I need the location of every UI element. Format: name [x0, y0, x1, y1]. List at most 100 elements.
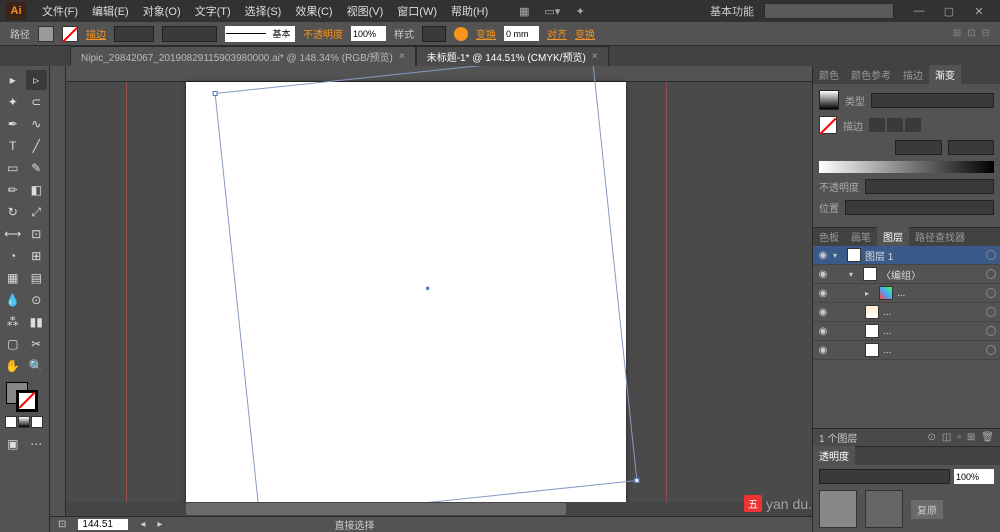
mode-gradient[interactable]	[18, 416, 30, 428]
stroke-mode-2[interactable]	[887, 118, 903, 132]
fill-color-swatch[interactable]	[38, 26, 54, 42]
brush-definition[interactable]: 基本	[225, 26, 295, 42]
artboard-tool[interactable]: ▢	[2, 334, 24, 354]
gradient-type-dropdown[interactable]	[871, 93, 994, 108]
paintbrush-tool[interactable]: ✎	[26, 158, 48, 178]
delete-layer-icon[interactable]: 🗑	[981, 432, 994, 443]
graph-tool[interactable]: ▮▮	[26, 312, 48, 332]
layer-name[interactable]: ...	[883, 345, 982, 356]
new-layer-icon[interactable]: ⊞	[967, 432, 975, 443]
arrange-icon[interactable]: ▭▾	[542, 2, 562, 20]
menu-view[interactable]: 视图(V)	[341, 1, 390, 21]
target-icon[interactable]	[986, 250, 996, 260]
stroke-color-swatch[interactable]	[62, 26, 78, 42]
minimize-button[interactable]: —	[904, 1, 934, 21]
magic-wand-tool[interactable]: ✦	[2, 92, 24, 112]
visibility-toggle-icon[interactable]: ◉	[817, 249, 829, 261]
layer-name[interactable]: ...	[883, 326, 982, 337]
curvature-tool[interactable]: ∿	[26, 114, 48, 134]
guide-vertical[interactable]	[126, 82, 127, 516]
scale-tool[interactable]: ⤢	[26, 202, 48, 222]
width-tool[interactable]: ⟷	[2, 224, 24, 244]
edit-icon[interactable]: ⊡	[967, 28, 975, 39]
transparency-thumb[interactable]	[819, 490, 857, 528]
color-swatches[interactable]	[2, 382, 47, 412]
layer-name[interactable]: ...	[883, 307, 982, 318]
stroke-swatch-none[interactable]	[16, 390, 38, 412]
guide-vertical[interactable]	[666, 82, 667, 516]
layer-row[interactable]: ◉ ...	[813, 341, 1000, 360]
visibility-toggle-icon[interactable]: ◉	[817, 287, 829, 299]
tab-transparency[interactable]: 透明度	[813, 446, 855, 465]
tab-gradient[interactable]: 渐变	[929, 65, 961, 84]
target-icon[interactable]	[986, 307, 996, 317]
artboard-nav-icon[interactable]: ⊡	[58, 519, 66, 530]
new-sublayer-icon[interactable]: ▫	[957, 432, 961, 443]
target-icon[interactable]	[986, 326, 996, 336]
isolate-icon[interactable]: ⊞	[953, 28, 961, 39]
gradient-stroke-none[interactable]	[819, 116, 837, 134]
stop-position-input[interactable]	[845, 200, 994, 215]
stop-opacity-input[interactable]	[865, 179, 994, 194]
stroke-mode-1[interactable]	[869, 118, 885, 132]
anchor-point[interactable]	[634, 478, 639, 483]
layer-row[interactable]: ◉ ▾ 〈编组〉	[813, 265, 1000, 284]
tab-pathfinder[interactable]: 路径查找器	[909, 227, 971, 246]
transform-label2[interactable]: 变换	[575, 26, 595, 41]
menu-window[interactable]: 窗口(W)	[391, 1, 443, 21]
eyedropper-tool[interactable]: 💧	[2, 290, 24, 310]
maximize-button[interactable]: ▢	[934, 1, 964, 21]
shape-builder-tool[interactable]: ◔	[2, 246, 24, 266]
layer-row[interactable]: ◉ ...	[813, 322, 1000, 341]
visibility-toggle-icon[interactable]: ◉	[817, 325, 829, 337]
graphic-style-dropdown[interactable]	[422, 26, 446, 42]
edit-toolbar[interactable]: ⋯	[26, 434, 48, 454]
pencil-tool[interactable]: ✏	[2, 180, 24, 200]
transparency-opacity-input[interactable]: 100%	[954, 469, 994, 484]
visibility-toggle-icon[interactable]: ◉	[817, 306, 829, 318]
visibility-toggle-icon[interactable]: ◉	[817, 268, 829, 280]
stroke-profile-dropdown[interactable]	[162, 26, 217, 42]
blend-mode-dropdown[interactable]	[819, 469, 950, 484]
tab-brushes[interactable]: 画笔	[845, 227, 877, 246]
direct-selection-tool[interactable]: ▹	[26, 70, 48, 90]
target-icon[interactable]	[986, 345, 996, 355]
horizontal-scrollbar[interactable]	[66, 502, 812, 516]
mode-none[interactable]	[31, 416, 43, 428]
tab-artboards[interactable]: 色板	[813, 227, 845, 246]
menu-select[interactable]: 选择(S)	[239, 1, 288, 21]
expand-arrow-icon[interactable]: ▸	[865, 289, 875, 298]
gradient-angle-input[interactable]	[895, 140, 941, 155]
locate-object-icon[interactable]: ⊙	[928, 432, 936, 443]
close-button[interactable]: ✕	[964, 1, 994, 21]
gpu-icon[interactable]: ✦	[570, 2, 590, 20]
reset-button[interactable]: 复原	[911, 500, 943, 519]
menu-file[interactable]: 文件(F)	[36, 1, 84, 21]
zoom-tool[interactable]: 🔍	[26, 356, 48, 376]
stroke-weight-dropdown[interactable]	[114, 26, 154, 42]
tab-swatches[interactable]: 描边	[897, 65, 929, 84]
nav-next-icon[interactable]: ▸	[157, 519, 162, 530]
free-transform-tool[interactable]: ⊡	[26, 224, 48, 244]
opacity-value[interactable]: 100%	[351, 26, 386, 41]
type-tool[interactable]: T	[2, 136, 24, 156]
bridge-icon[interactable]: ▦	[514, 2, 534, 20]
expand-arrow-icon[interactable]: ▾	[849, 270, 859, 279]
target-icon[interactable]	[986, 288, 996, 298]
blend-tool[interactable]: ⊙	[26, 290, 48, 310]
screen-mode-tool[interactable]: ▣	[2, 434, 24, 454]
vertical-ruler[interactable]	[50, 66, 66, 532]
anchor-point[interactable]	[212, 91, 217, 96]
clipping-mask-icon[interactable]: ◫	[942, 432, 951, 443]
canvas[interactable]	[66, 82, 812, 516]
tab-color-guide[interactable]: 颜色参考	[845, 65, 897, 84]
layer-name[interactable]: ...	[897, 288, 982, 299]
layer-name[interactable]: 〈编组〉	[881, 267, 982, 282]
hand-tool[interactable]: ✋	[2, 356, 24, 376]
menu-effect[interactable]: 效果(C)	[289, 1, 338, 21]
expand-arrow-icon[interactable]: ▾	[833, 251, 843, 260]
mesh-tool[interactable]: ▦	[2, 268, 24, 288]
slice-tool[interactable]: ✂	[26, 334, 48, 354]
align-label[interactable]: 对齐	[547, 26, 567, 41]
transform-link[interactable]: 变换	[476, 26, 496, 41]
